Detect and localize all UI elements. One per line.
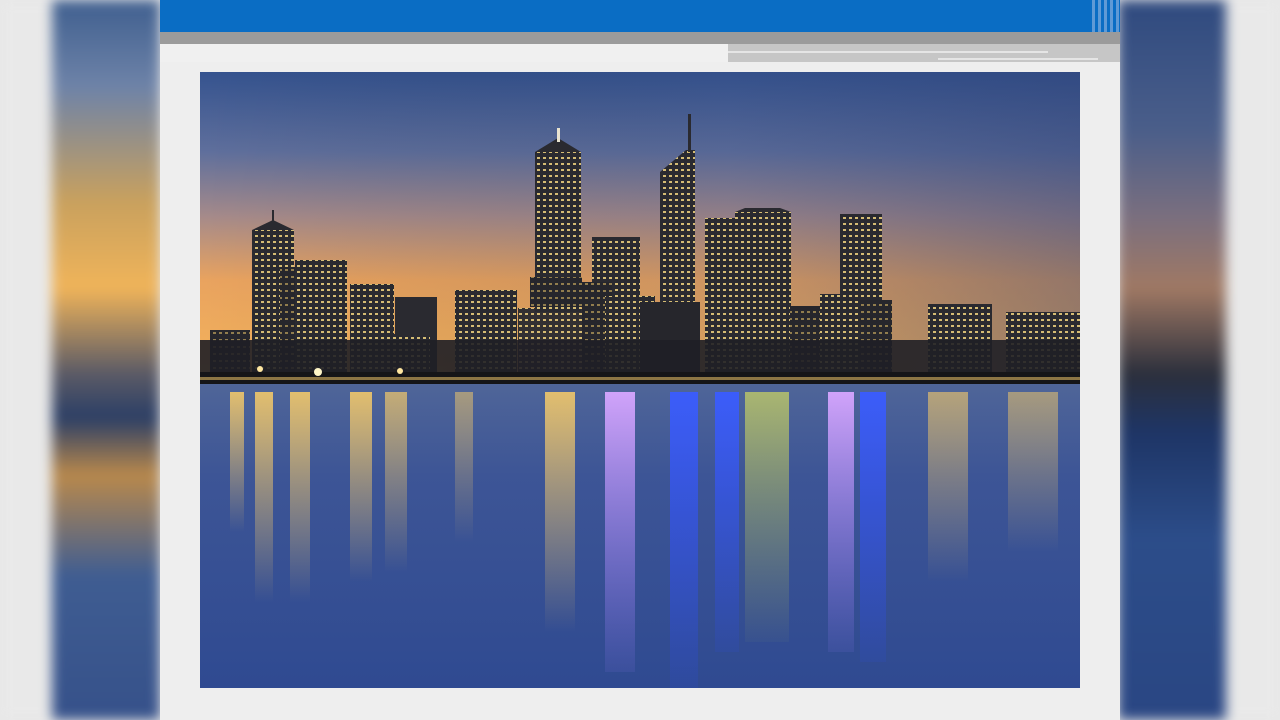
presentation-slide xyxy=(160,0,1120,720)
video-frame xyxy=(0,0,1280,720)
slide-decorative-lines xyxy=(728,44,1120,62)
skyline-illustration xyxy=(200,72,1080,688)
city-skyline-photo xyxy=(200,72,1080,688)
blurred-backdrop-right xyxy=(1118,0,1280,720)
slide-accent-bar xyxy=(160,32,1120,44)
slide-header-bar xyxy=(160,0,1120,32)
slide-panel-top-strip xyxy=(160,44,728,62)
blurred-backdrop-left xyxy=(0,0,160,720)
header-bar-edge xyxy=(1092,0,1120,32)
